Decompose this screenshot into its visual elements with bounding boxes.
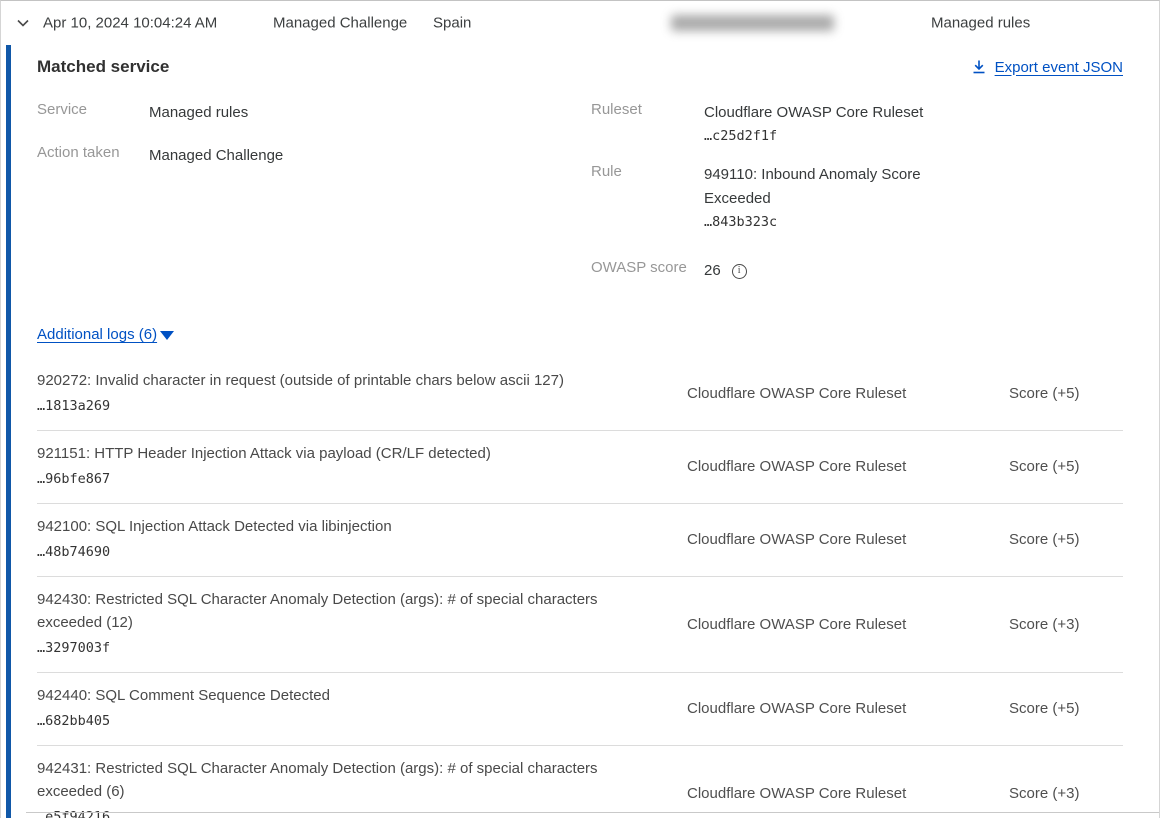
log-ruleset: Cloudflare OWASP Core Ruleset <box>687 616 927 633</box>
rule-value: 949110: Inbound Anomaly Score Exceeded <box>704 163 944 211</box>
ruleset-field: Ruleset Cloudflare OWASP Core Ruleset …c… <box>591 101 1123 144</box>
action-taken-value: Managed Challenge <box>149 144 283 168</box>
log-score: Score (+5) <box>1009 531 1079 548</box>
collapse-chevron-icon[interactable] <box>14 14 32 32</box>
ruleset-id-hash: …c25d2f1f <box>704 128 923 144</box>
export-event-json-link[interactable]: Export event JSON <box>971 59 1123 76</box>
log-ruleset: Cloudflare OWASP Core Ruleset <box>687 785 927 802</box>
log-row: 942440: SQL Comment Sequence Detected …6… <box>37 673 1123 746</box>
event-action: Managed Challenge <box>273 15 407 32</box>
log-row: 942430: Restricted SQL Character Anomaly… <box>37 577 1123 673</box>
ruleset-label: Ruleset <box>591 101 704 144</box>
additional-logs-toggle[interactable]: Additional logs (6) <box>37 326 174 343</box>
owasp-score-label: OWASP score <box>591 259 704 283</box>
log-score: Score (+5) <box>1009 385 1079 402</box>
next-table-row-edge <box>26 812 1159 813</box>
log-description: 942430: Restricted SQL Character Anomaly… <box>37 588 637 634</box>
firewall-event-panel: Apr 10, 2024 10:04:24 AM Managed Challen… <box>0 0 1160 818</box>
action-taken-label: Action taken <box>37 144 149 168</box>
rule-field: Rule 949110: Inbound Anomaly Score Excee… <box>591 163 1123 230</box>
log-score: Score (+5) <box>1009 458 1079 475</box>
log-ruleset: Cloudflare OWASP Core Ruleset <box>687 531 927 548</box>
log-description: 942440: SQL Comment Sequence Detected <box>37 684 637 707</box>
log-rule-hash: …3297003f <box>37 637 637 660</box>
additional-logs-table: 920272: Invalid character in request (ou… <box>37 358 1123 818</box>
export-link-label: Export event JSON <box>995 59 1123 76</box>
service-label: Service <box>37 101 149 125</box>
additional-logs-label: Additional logs (6) <box>37 326 157 343</box>
log-description: 920272: Invalid character in request (ou… <box>37 369 637 392</box>
caret-down-icon <box>160 331 174 340</box>
log-description: 942431: Restricted SQL Character Anomaly… <box>37 757 637 803</box>
expanded-row-accent-bar <box>6 45 11 818</box>
action-taken-field: Action taken Managed Challenge <box>37 144 591 168</box>
service-field: Service Managed rules <box>37 101 591 125</box>
event-detail-body: Matched service Export event JSON Servic… <box>1 57 1159 818</box>
log-rule-hash: …48b74690 <box>37 541 637 564</box>
log-row: 920272: Invalid character in request (ou… <box>37 358 1123 431</box>
owasp-score-value: 26 <box>704 259 721 283</box>
log-score: Score (+3) <box>1009 785 1079 802</box>
service-value: Managed rules <box>149 101 248 125</box>
log-description: 942100: SQL Injection Attack Detected vi… <box>37 515 637 538</box>
log-row: 921151: HTTP Header Injection Attack via… <box>37 431 1123 504</box>
log-score: Score (+5) <box>1009 700 1079 717</box>
ruleset-value: Cloudflare OWASP Core Ruleset <box>704 101 923 125</box>
event-row-header[interactable]: Apr 10, 2024 10:04:24 AM Managed Challen… <box>1 1 1159 45</box>
log-ruleset: Cloudflare OWASP Core Ruleset <box>687 700 927 717</box>
redacted-value <box>671 15 834 31</box>
log-ruleset: Cloudflare OWASP Core Ruleset <box>687 458 927 475</box>
rule-label: Rule <box>591 163 704 230</box>
download-icon <box>971 59 987 75</box>
owasp-score-field: OWASP score 26 i <box>591 259 1123 283</box>
event-timestamp: Apr 10, 2024 10:04:24 AM <box>43 15 217 32</box>
info-icon[interactable]: i <box>732 264 747 279</box>
log-rule-hash: …96bfe867 <box>37 468 637 491</box>
log-row: 942431: Restricted SQL Character Anomaly… <box>37 746 1123 818</box>
log-row: 942100: SQL Injection Attack Detected vi… <box>37 504 1123 577</box>
log-rule-hash: …682bb405 <box>37 710 637 733</box>
event-country: Spain <box>433 15 471 32</box>
log-ruleset: Cloudflare OWASP Core Ruleset <box>687 385 927 402</box>
log-description: 921151: HTTP Header Injection Attack via… <box>37 442 637 465</box>
event-service: Managed rules <box>931 15 1030 32</box>
rule-id-hash: …843b323c <box>704 214 944 230</box>
log-rule-hash: …1813a269 <box>37 395 637 418</box>
matched-service-title: Matched service <box>37 57 169 77</box>
log-score: Score (+3) <box>1009 616 1079 633</box>
